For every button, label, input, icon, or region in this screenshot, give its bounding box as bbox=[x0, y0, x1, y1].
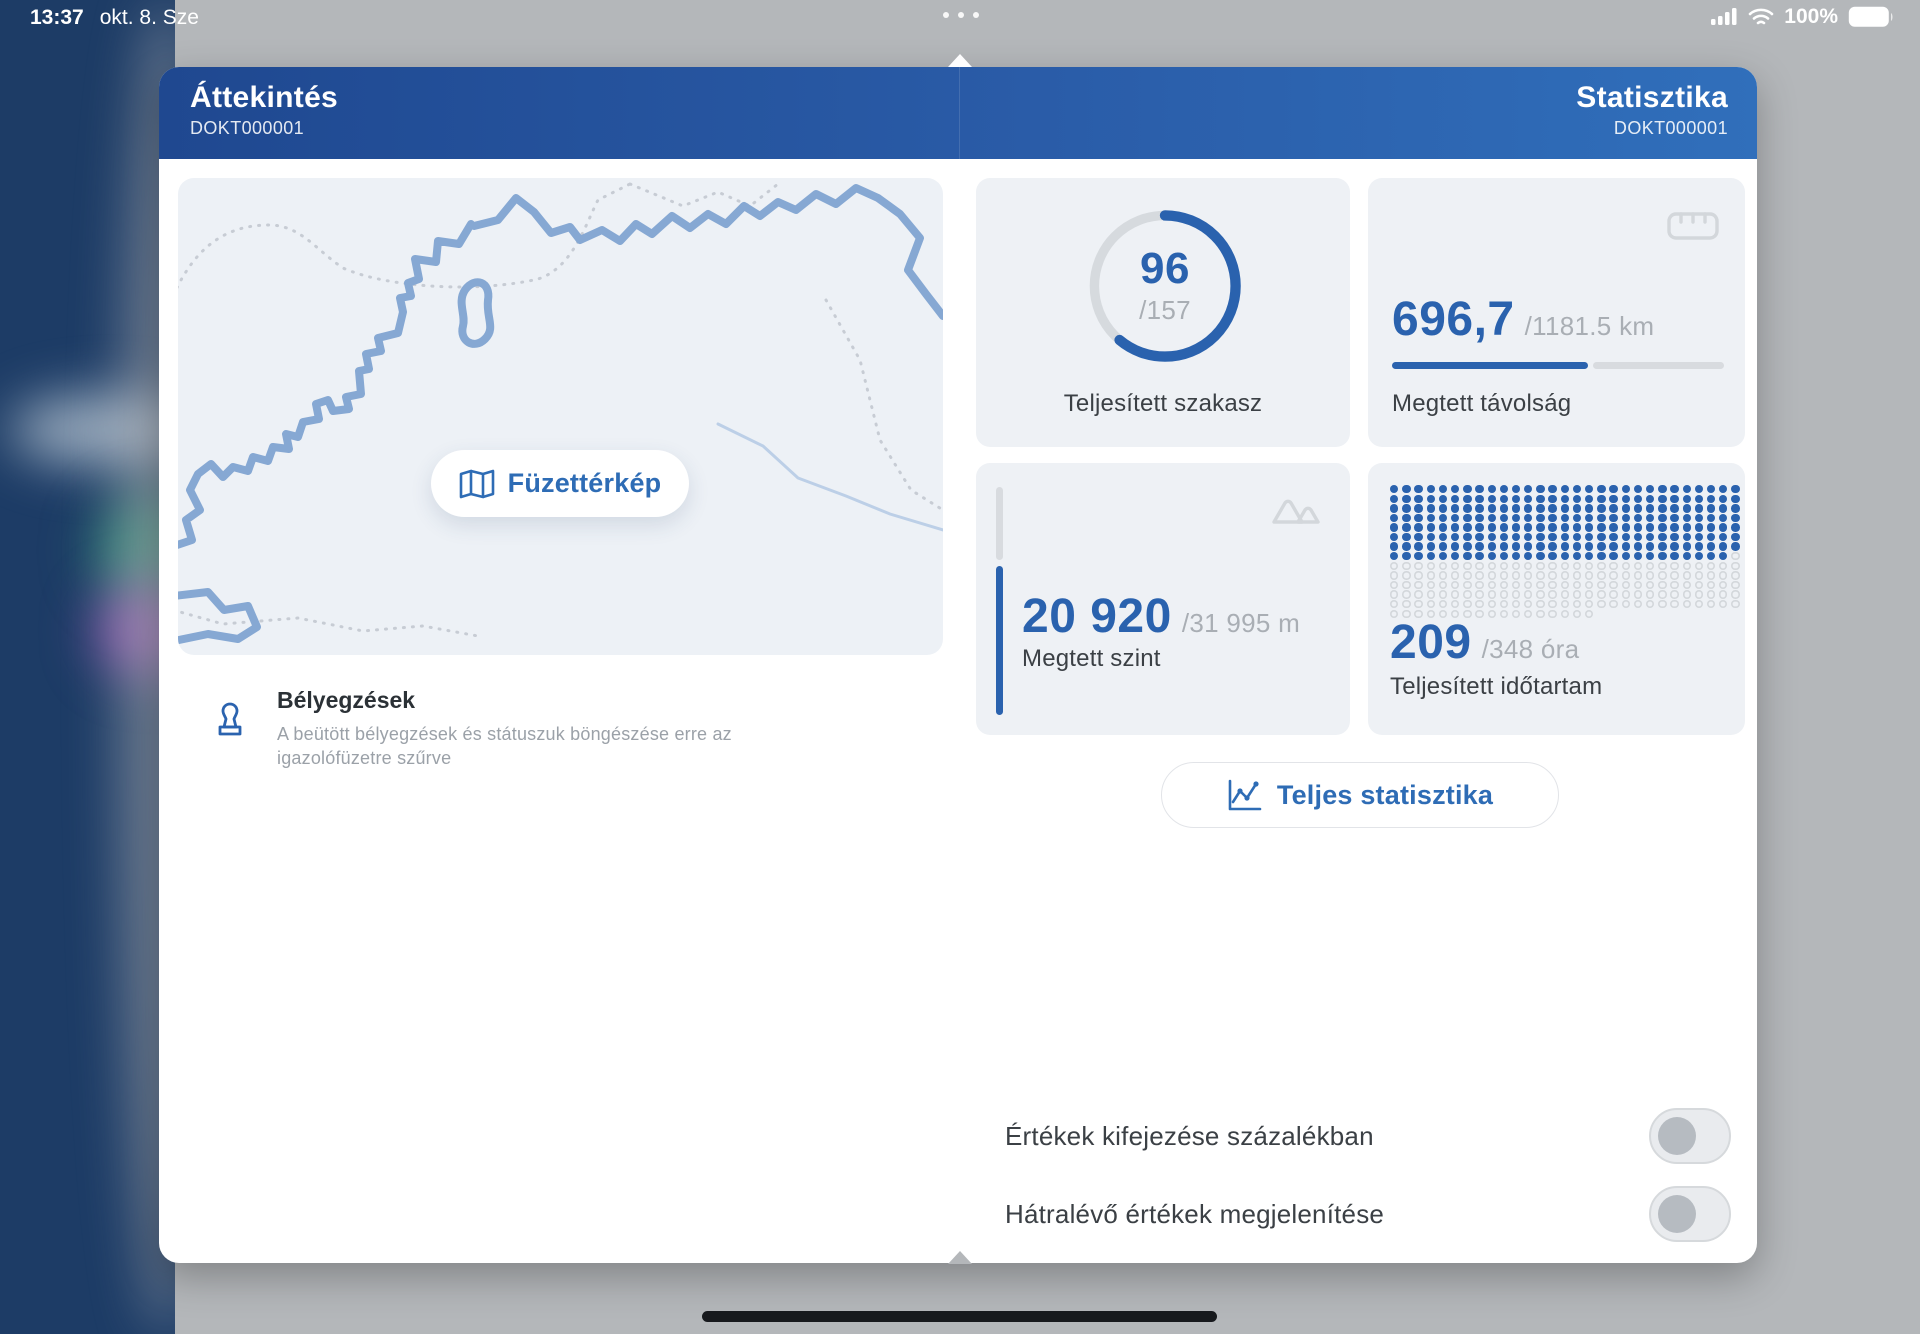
distance-total: /1181.5 km bbox=[1525, 311, 1655, 342]
duration-dot-matrix bbox=[1390, 485, 1746, 619]
duration-label: Teljesített időtartam bbox=[1390, 673, 1602, 701]
window-header: Áttekintés DOKT000001 Statisztika DOKT00… bbox=[159, 67, 1757, 159]
stamp-icon bbox=[213, 701, 247, 771]
stamps-list-item[interactable]: Bélyegzések A beütött bélyegzések és stá… bbox=[213, 687, 833, 771]
status-time: 13:37 bbox=[30, 6, 84, 30]
toggle-percent-switch[interactable] bbox=[1649, 1108, 1731, 1164]
distance-progress-bar bbox=[1392, 362, 1724, 369]
full-statistics-label: Teljes statisztika bbox=[1277, 780, 1493, 811]
stamps-description: A beütött bélyegzések és státuszuk böngé… bbox=[277, 722, 797, 771]
battery-percentage: 100% bbox=[1784, 5, 1838, 29]
toggle-remaining-switch[interactable] bbox=[1649, 1186, 1731, 1242]
elevation-progress-bar bbox=[996, 487, 1003, 715]
background-app-blur bbox=[0, 0, 175, 1334]
toggle-knob bbox=[1658, 1195, 1696, 1233]
wifi-icon bbox=[1748, 8, 1774, 27]
app-window: Áttekintés DOKT000001 Statisztika DOKT00… bbox=[159, 67, 1757, 1263]
status-bar: 13:37 okt. 8. Sze 100% bbox=[0, 0, 1920, 34]
duration-total: /348 óra bbox=[1482, 634, 1580, 665]
line-chart-icon bbox=[1227, 778, 1263, 812]
map-icon bbox=[459, 469, 495, 499]
ruler-icon bbox=[1667, 210, 1719, 242]
toggle-row-remaining: Hátralévő értékek megjelenítése bbox=[1005, 1186, 1731, 1242]
cellular-signal-icon bbox=[1711, 8, 1738, 26]
split-drag-handle-bottom[interactable] bbox=[948, 1251, 972, 1264]
duration-value: 209 bbox=[1390, 615, 1472, 670]
toggle-knob bbox=[1658, 1117, 1696, 1155]
card-duration: 209 /348 óra Teljesített időtartam bbox=[1368, 463, 1745, 735]
toggle-row-percent: Értékek kifejezése százalékban bbox=[1005, 1108, 1731, 1164]
booklet-map-button-label: Füzettérkép bbox=[508, 468, 662, 499]
elevation-label: Megtett szint bbox=[1022, 645, 1161, 673]
toggle-remaining-label: Hátralévő értékek megjelenítése bbox=[1005, 1199, 1384, 1230]
status-date: okt. 8. Sze bbox=[100, 6, 199, 30]
card-elevation: 20 920 /31 995 m Megtett szint bbox=[976, 463, 1350, 735]
elevation-total: /31 995 m bbox=[1182, 608, 1300, 639]
sections-label: Teljesített szakasz bbox=[976, 390, 1350, 418]
map-graphic bbox=[178, 178, 943, 655]
full-statistics-button[interactable]: Teljes statisztika bbox=[1161, 762, 1559, 828]
left-pane-subtitle: DOKT000001 bbox=[190, 118, 338, 139]
split-drag-handle-top[interactable] bbox=[948, 54, 972, 67]
home-indicator[interactable] bbox=[702, 1311, 1217, 1322]
sections-value: 96 bbox=[1140, 247, 1190, 291]
battery-icon bbox=[1848, 6, 1894, 28]
ring-progress: 96 /157 bbox=[1085, 206, 1245, 366]
distance-value: 696,7 bbox=[1392, 292, 1515, 347]
right-pane-subtitle: DOKT000001 bbox=[1576, 118, 1728, 139]
toggle-percent-label: Értékek kifejezése százalékban bbox=[1005, 1121, 1374, 1152]
mountains-icon bbox=[1270, 493, 1322, 527]
distance-label: Megtett távolság bbox=[1392, 390, 1571, 418]
stamps-title: Bélyegzések bbox=[277, 687, 797, 714]
right-pane-title: Statisztika bbox=[1576, 81, 1728, 115]
booklet-map-preview[interactable]: Füzettérkép bbox=[178, 178, 943, 655]
card-completed-sections: 96 /157 Teljesített szakasz bbox=[976, 178, 1350, 447]
multitasking-dots-icon[interactable] bbox=[943, 12, 979, 18]
pane-divider bbox=[959, 67, 960, 159]
left-pane-title: Áttekintés bbox=[190, 81, 338, 115]
booklet-map-button[interactable]: Füzettérkép bbox=[431, 450, 689, 517]
sections-total: /157 bbox=[1139, 295, 1191, 326]
card-distance: 696,7 /1181.5 km Megtett távolság bbox=[1368, 178, 1745, 447]
elevation-value: 20 920 bbox=[1022, 589, 1172, 644]
